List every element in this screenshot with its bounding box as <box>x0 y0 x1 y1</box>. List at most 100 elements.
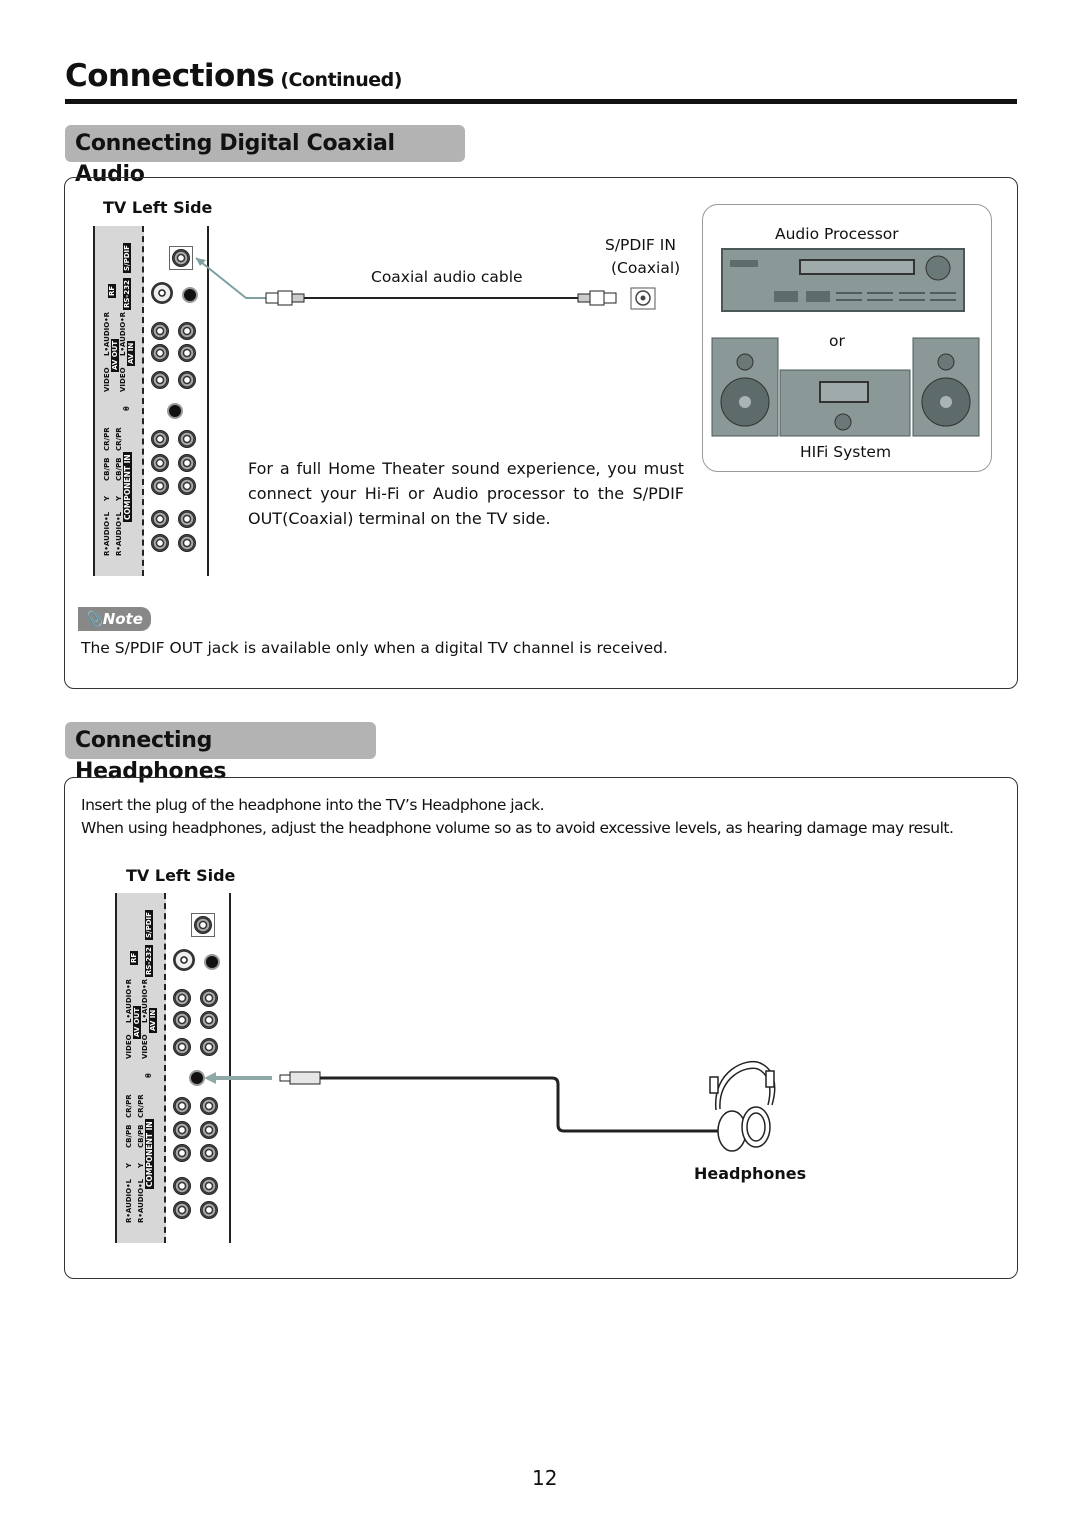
component-audio-jack[interactable] <box>151 510 169 528</box>
headphone-symbol-icon: ⚭ <box>143 1069 154 1083</box>
paperclip-icon: 📎 <box>84 610 103 628</box>
label-video-in: VIDEO <box>141 1034 149 1059</box>
label-cr-pr-1: CR/PR <box>115 427 123 451</box>
av-jack[interactable] <box>173 989 191 1007</box>
av-jack[interactable] <box>200 989 218 1007</box>
label-cr-pr-2: CR/PR <box>125 1094 133 1118</box>
section-title-headphones-text: Connecting Headphones <box>75 728 227 784</box>
spdif-in-sublabel: (Coaxial) <box>611 259 681 277</box>
audio-processor-icon <box>721 248 965 312</box>
label-cb-pb-2: CB/PB <box>125 1124 133 1149</box>
component-jack[interactable] <box>151 454 169 472</box>
component-jack[interactable] <box>173 1144 191 1162</box>
label-video-in: VIDEO <box>119 367 127 392</box>
rca-plug-left-icon <box>265 290 305 306</box>
hifi-system-icon <box>711 337 980 437</box>
av-jack[interactable] <box>178 322 196 340</box>
component-jack[interactable] <box>173 1097 191 1115</box>
note-label: Note <box>102 610 143 628</box>
spdif-out-jack[interactable] <box>172 249 190 267</box>
spdif-in-label: S/PDIF IN <box>605 236 676 254</box>
av-jack[interactable] <box>173 1011 191 1029</box>
component-audio-jack[interactable] <box>200 1177 218 1195</box>
av-jack[interactable] <box>178 344 196 362</box>
label-audio-lr-out: L•AUDIO•R <box>125 978 133 1023</box>
tv-panel-divider <box>164 893 166 1243</box>
headphones-icon <box>709 1060 776 1152</box>
label-rf: RF <box>108 283 116 298</box>
rf-jack[interactable] <box>173 949 195 971</box>
section-title-headphones: Connecting Headphones <box>65 722 376 784</box>
label-cb-pb-2: CB/PB <box>103 457 111 482</box>
av-jack[interactable] <box>200 1038 218 1056</box>
component-jack[interactable] <box>178 430 196 448</box>
av-jack[interactable] <box>173 1038 191 1056</box>
component-audio-jack[interactable] <box>178 534 196 552</box>
rs232-jack[interactable] <box>204 954 220 970</box>
component-audio-jack[interactable] <box>173 1201 191 1219</box>
headphone-cable-diagram <box>204 1060 776 1152</box>
label-cb-pb-1: CB/PB <box>115 457 123 482</box>
arrow-head-icon <box>204 1072 216 1084</box>
coaxial-cable-label: Coaxial audio cable <box>371 268 523 286</box>
tv-panel-divider <box>142 226 144 576</box>
label-audio-rl-1: R•AUDIO•L <box>137 1178 145 1223</box>
component-jack[interactable] <box>178 454 196 472</box>
label-rs232: RS-232 <box>123 278 131 310</box>
cable-pointer-arrow <box>195 257 266 299</box>
page-title: Connections (Continued) <box>65 58 402 94</box>
component-audio-jack[interactable] <box>178 510 196 528</box>
label-video-out: VIDEO <box>125 1034 133 1059</box>
label-rs232: RS-232 <box>145 945 153 977</box>
label-component-in: COMPONENT IN <box>145 1119 154 1189</box>
label-audio-lr-in: L•AUDIO•R <box>119 311 127 356</box>
label-cr-pr-2: CR/PR <box>103 427 111 451</box>
component-audio-jack[interactable] <box>173 1177 191 1195</box>
spdif-out-jack[interactable] <box>194 916 212 934</box>
mini-plug-icon <box>279 1071 321 1085</box>
label-rf: RF <box>130 950 138 965</box>
component-audio-jack[interactable] <box>200 1201 218 1219</box>
av-jack[interactable] <box>151 371 169 389</box>
component-jack[interactable] <box>151 430 169 448</box>
av-jack[interactable] <box>151 322 169 340</box>
label-audio-rl-2: R•AUDIO•L <box>125 1178 133 1223</box>
audio-processor-label: Audio Processor <box>775 225 899 243</box>
component-jack[interactable] <box>173 1121 191 1139</box>
rf-jack[interactable] <box>151 282 173 304</box>
label-y-2: Y <box>103 495 111 501</box>
rca-plug-right-icon <box>577 290 617 306</box>
component-jack[interactable] <box>151 477 169 495</box>
label-spdif: S/PDIF <box>145 910 153 940</box>
av-jack[interactable] <box>151 344 169 362</box>
coaxial-description: For a full Home Theater sound experience… <box>248 459 684 528</box>
hifi-system-label: HIFi System <box>800 443 892 461</box>
av-jack[interactable] <box>178 371 196 389</box>
label-audio-lr-in: L•AUDIO•R <box>141 978 149 1023</box>
component-audio-jack[interactable] <box>151 534 169 552</box>
page-number: 12 <box>532 1466 558 1490</box>
component-jack[interactable] <box>178 477 196 495</box>
tv-left-side-label-2: TV Left Side <box>126 866 236 885</box>
headphone-jack[interactable] <box>167 403 183 419</box>
av-jack[interactable] <box>200 1011 218 1029</box>
note-text: The S/PDIF OUT jack is available only wh… <box>81 639 668 657</box>
headphone-cable-line <box>320 1076 720 1133</box>
headphone-symbol-icon: ⚭ <box>121 402 132 416</box>
note-badge: 📎Note <box>78 607 151 631</box>
label-y-1: Y <box>115 495 123 501</box>
label-av-in: AV IN <box>127 340 135 366</box>
label-spdif: S/PDIF <box>123 243 131 273</box>
label-av-out: AV OUT <box>111 338 119 372</box>
label-audio-lr-out: L•AUDIO•R <box>103 311 111 356</box>
label-cb-pb-1: CB/PB <box>137 1124 145 1149</box>
label-av-in: AV IN <box>149 1007 157 1033</box>
headphone-instruction-1: Insert the plug of the headphone into th… <box>81 796 545 814</box>
left-speaker-icon <box>711 337 779 437</box>
page-title-text: Connections <box>65 58 275 94</box>
page-title-continued: (Continued) <box>280 69 402 91</box>
label-audio-rl-2: R•AUDIO•L <box>103 511 111 556</box>
headphone-instruction-2: When using headphones, adjust the headph… <box>81 819 954 837</box>
label-audio-rl-1: R•AUDIO•L <box>115 511 123 556</box>
label-component-in: COMPONENT IN <box>123 452 132 522</box>
